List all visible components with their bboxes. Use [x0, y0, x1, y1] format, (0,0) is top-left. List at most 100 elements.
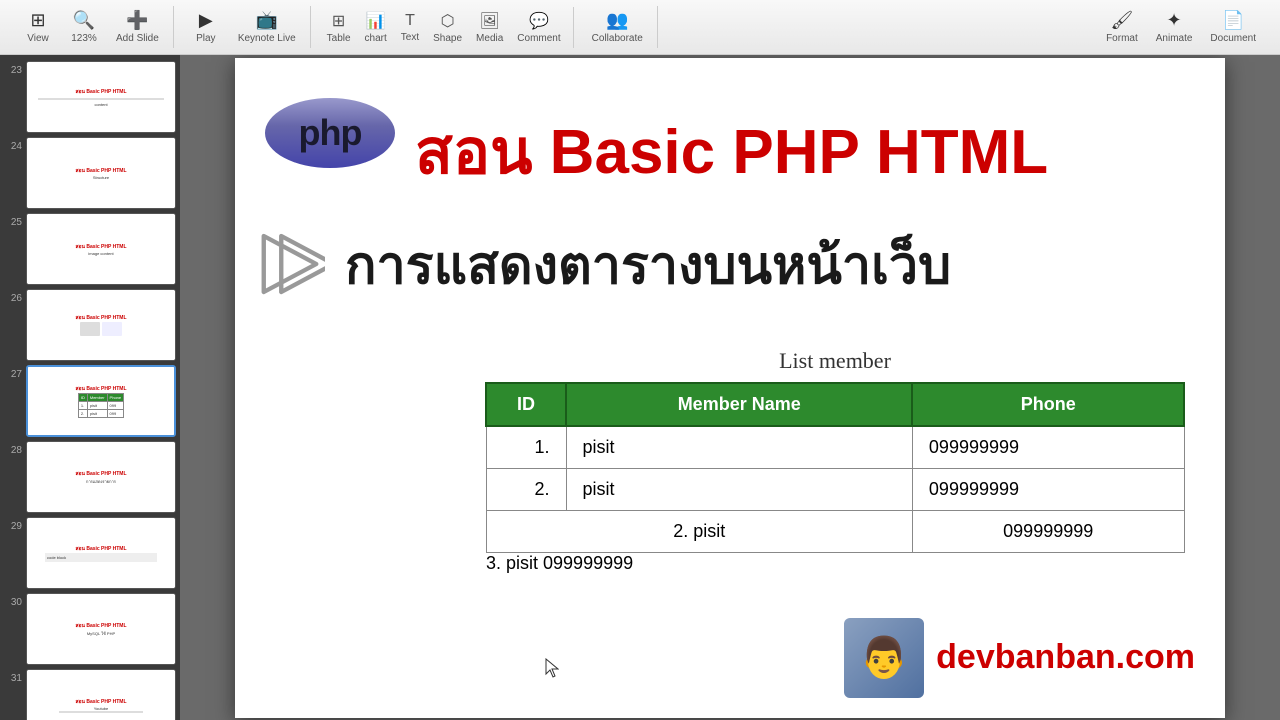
arrow-icon	[255, 229, 325, 299]
avatar: 👨	[844, 618, 924, 698]
media-label: Media	[476, 33, 503, 44]
view-icon: ⊞	[30, 10, 45, 31]
thai-subtitle-text: การแสดงตารางบนหน้าเว็บ	[345, 223, 951, 306]
play-label: Play	[196, 33, 215, 44]
collaborate-button[interactable]: 👥 Collaborate	[584, 6, 651, 48]
php-text: php	[299, 112, 362, 154]
canvas-area[interactable]: php สอน Basic PHP HTML การแสดงตารางบนหน้…	[180, 55, 1280, 720]
col-id: ID	[486, 383, 566, 426]
shape-icon: ⬡	[441, 11, 455, 31]
slide-preview-27: สอน Basic PHP HTML IDMemberPhone 1.pisit…	[26, 365, 176, 437]
slide-thumb-24[interactable]: 24 สอน Basic PHP HTML Structure	[4, 137, 176, 209]
php-logo: php	[265, 98, 395, 168]
add-slide-button[interactable]: ➕ Add Slide	[108, 6, 167, 48]
slide-title-text: สอน Basic PHP HTML	[415, 118, 1048, 187]
chart-icon: 📊	[366, 11, 386, 31]
slide-title: สอน Basic PHP HTML	[415, 103, 1205, 201]
slide-preview-25: สอน Basic PHP HTML image content	[26, 213, 176, 285]
table-icon: ⊞	[332, 11, 345, 31]
comment-label: Comment	[517, 33, 560, 44]
play-button[interactable]: ▶ Play	[184, 6, 228, 48]
keynote-live-icon: 📺	[256, 10, 278, 31]
row2-name: pisit	[566, 468, 912, 510]
table-row-1: 1. pisit 099999999	[486, 426, 1184, 469]
view-label: View	[27, 33, 49, 44]
insert-group: ⊞ Table 📊 chart T Text ⬡ Shape 🖼 Media 💬…	[315, 7, 574, 48]
slide-num-26: 26	[4, 289, 22, 304]
slide-thumb-23[interactable]: 23 สอน Basic PHP HTML content	[4, 61, 176, 133]
table-label: Table	[327, 33, 351, 44]
php-ellipse: php	[265, 98, 395, 168]
keynote-live-button[interactable]: 📺 Keynote Live	[230, 6, 304, 48]
brand-text: devbanban.com	[936, 638, 1195, 677]
slide-num-23: 23	[4, 61, 22, 76]
slide-thumb-25[interactable]: 25 สอน Basic PHP HTML image content	[4, 213, 176, 285]
row2-id: 2.	[486, 468, 566, 510]
collaborate-group: 👥 Collaborate	[578, 6, 658, 48]
slide-num-24: 24	[4, 137, 22, 152]
slide-preview-30: สอน Basic PHP HTML MySQL ใช้ PHP	[26, 593, 176, 665]
format-label: Format	[1106, 33, 1138, 44]
col-name: Member Name	[566, 383, 912, 426]
toolbar: ⊞ View 🔍 123% ➕ Add Slide ▶ Play 📺 Keyno…	[0, 0, 1280, 55]
right-toolbar-group: 🖌 Format ✦ Animate 📄 Document	[1092, 6, 1270, 48]
play-group: ▶ Play 📺 Keynote Live	[178, 6, 311, 48]
chart-button[interactable]: 📊 chart	[359, 7, 393, 48]
collaborate-icon: 👥	[606, 10, 628, 31]
document-icon: 📄	[1222, 10, 1244, 31]
table-row-highlight: 3. pisit 099999999	[486, 552, 1184, 574]
table-button[interactable]: ⊞ Table	[321, 7, 357, 48]
slide-thumb-31[interactable]: 31 สอน Basic PHP HTML Youtube	[4, 669, 176, 720]
zoom-label: 123%	[71, 33, 97, 44]
format-button[interactable]: 🖌 Format	[1098, 6, 1146, 48]
slide-panel: 23 สอน Basic PHP HTML content 24 สอน Bas…	[0, 55, 180, 720]
slide-preview-26: สอน Basic PHP HTML	[26, 289, 176, 361]
span-phone: 099999999	[912, 510, 1184, 552]
collaborate-label: Collaborate	[592, 33, 643, 44]
slide-preview-31: สอน Basic PHP HTML Youtube	[26, 669, 176, 720]
slide-num-27: 27	[4, 365, 22, 380]
slide-num-28: 28	[4, 441, 22, 456]
slide-num-25: 25	[4, 213, 22, 228]
add-slide-label: Add Slide	[116, 33, 159, 44]
row2-phone: 099999999	[912, 468, 1184, 510]
format-icon: 🖌	[1110, 10, 1133, 31]
col-phone: Phone	[912, 383, 1184, 426]
view-button[interactable]: ⊞ View	[16, 6, 60, 48]
text-button[interactable]: T Text	[395, 8, 425, 47]
media-button[interactable]: 🖼 Media	[470, 7, 509, 48]
view-group: ⊞ View 🔍 123% ➕ Add Slide	[10, 6, 174, 48]
cursor	[545, 658, 559, 683]
chart-label: chart	[365, 33, 387, 44]
row1-phone: 099999999	[912, 426, 1184, 469]
zoom-icon: 🔍	[73, 10, 95, 31]
slide-thumb-28[interactable]: 28 สอน Basic PHP HTML การแสดงรายการ	[4, 441, 176, 513]
slide-preview-23: สอน Basic PHP HTML content	[26, 61, 176, 133]
comment-button[interactable]: 💬 Comment	[511, 7, 566, 48]
text-label: Text	[401, 32, 419, 43]
slide-thumb-30[interactable]: 30 สอน Basic PHP HTML MySQL ใช้ PHP	[4, 593, 176, 665]
keynote-live-label: Keynote Live	[238, 33, 296, 44]
main-area: 23 สอน Basic PHP HTML content 24 สอน Bas…	[0, 55, 1280, 720]
table-section: List member ID Member Name Phone 1. pisi…	[485, 348, 1185, 574]
document-button[interactable]: 📄 Document	[1202, 6, 1264, 48]
animate-label: Animate	[1156, 33, 1193, 44]
slide-num-31: 31	[4, 669, 22, 684]
slide-thumb-26[interactable]: 26 สอน Basic PHP HTML	[4, 289, 176, 361]
slide-preview-29: สอน Basic PHP HTML code block	[26, 517, 176, 589]
comment-icon: 💬	[529, 11, 549, 31]
shape-label: Shape	[433, 33, 462, 44]
slide-preview-24: สอน Basic PHP HTML Structure	[26, 137, 176, 209]
slide-content: php สอน Basic PHP HTML การแสดงตารางบนหน้…	[235, 58, 1225, 718]
animate-icon: ✦	[1167, 10, 1182, 31]
row1-id: 1.	[486, 426, 566, 469]
span-cell: 2. pisit	[486, 510, 912, 552]
slide-num-30: 30	[4, 593, 22, 608]
slide-thumb-29[interactable]: 29 สอน Basic PHP HTML code block	[4, 517, 176, 589]
branding: 👨 devbanban.com	[844, 618, 1195, 698]
shape-button[interactable]: ⬡ Shape	[427, 7, 468, 48]
animate-button[interactable]: ✦ Animate	[1148, 6, 1201, 48]
play-icon: ▶	[199, 10, 213, 31]
zoom-button[interactable]: 🔍 123%	[62, 6, 106, 48]
slide-thumb-27[interactable]: 27 สอน Basic PHP HTML IDMemberPhone 1.pi…	[4, 365, 176, 437]
